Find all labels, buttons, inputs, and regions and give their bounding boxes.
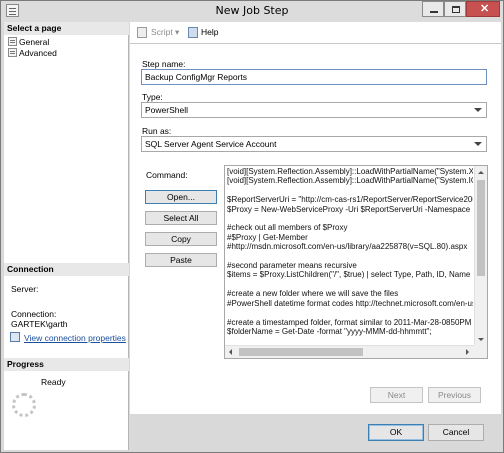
close-button[interactable]: ✕ — [466, 1, 500, 17]
server-label: Server: — [11, 284, 39, 294]
page-item-label: General — [19, 37, 50, 47]
properties-icon — [10, 332, 20, 342]
page-icon — [8, 37, 17, 46]
command-text[interactable]: [void][System.Reflection.Assembly]::Load… — [227, 167, 473, 345]
command-label: Command: — [146, 170, 188, 180]
run-as-select-value: SQL Server Agent Service Account — [145, 139, 277, 149]
dialog-button-bar: OK Cancel — [130, 414, 501, 450]
script-dropdown-icon[interactable]: ▾ — [175, 27, 179, 38]
toolbar: Script ▾ Help — [130, 22, 501, 44]
connection-label: Connection: — [11, 309, 57, 319]
previous-button[interactable]: Previous — [428, 387, 481, 403]
vertical-scrollbar[interactable] — [474, 166, 487, 346]
scrollbar-corner — [474, 345, 487, 358]
scroll-up-icon[interactable] — [475, 166, 487, 179]
scroll-right-icon[interactable] — [461, 346, 474, 358]
step-name-input[interactable]: Backup ConfigMgr Reports — [141, 69, 487, 85]
scroll-left-icon[interactable] — [225, 346, 238, 358]
left-pane: Select a page General Advanced Connectio… — [4, 22, 129, 450]
page-item-label: Advanced — [19, 48, 57, 58]
copy-button[interactable]: Copy — [145, 232, 217, 246]
title-bar[interactable]: New Job Step ✕ — [1, 1, 503, 22]
type-select[interactable]: PowerShell — [141, 102, 487, 118]
progress-status: Ready — [41, 377, 66, 387]
script-icon — [137, 27, 147, 38]
paste-button[interactable]: Paste — [145, 253, 217, 267]
select-all-button[interactable]: Select All — [145, 211, 217, 225]
open-button[interactable]: Open... — [145, 190, 217, 204]
maximize-icon — [452, 6, 460, 13]
chevron-down-icon — [472, 104, 484, 116]
close-icon: ✕ — [480, 3, 490, 15]
horizontal-scroll-thumb[interactable] — [239, 348, 363, 356]
run-as-select[interactable]: SQL Server Agent Service Account — [141, 136, 487, 152]
type-label: Type: — [142, 92, 163, 102]
script-button[interactable]: Script — [151, 27, 173, 37]
new-job-step-window: New Job Step ✕ Select a page General Adv… — [0, 0, 504, 453]
connection-header: Connection — [4, 263, 129, 276]
page-icon — [8, 48, 17, 57]
minimize-button[interactable] — [422, 1, 444, 17]
view-connection-properties-link[interactable]: View connection properties — [24, 333, 126, 343]
next-button[interactable]: Next — [370, 387, 423, 403]
chevron-down-icon — [472, 138, 484, 150]
connection-value: GARTEK\garth — [11, 319, 68, 329]
cancel-button[interactable]: Cancel — [428, 424, 484, 441]
maximize-button[interactable] — [444, 1, 466, 17]
minimize-icon — [430, 11, 438, 13]
page-item-advanced[interactable]: Advanced — [8, 48, 57, 59]
progress-header: Progress — [4, 358, 129, 371]
ok-button[interactable]: OK — [368, 424, 424, 441]
select-page-header: Select a page — [4, 22, 129, 35]
command-editor[interactable]: [void][System.Reflection.Assembly]::Load… — [224, 165, 488, 359]
right-pane: Script ▾ Help Step name: Backup ConfigMg… — [130, 22, 501, 414]
type-select-value: PowerShell — [145, 105, 188, 115]
vertical-scroll-thumb[interactable] — [477, 180, 485, 276]
help-button[interactable]: Help — [201, 27, 218, 37]
progress-spinner-icon — [12, 393, 36, 417]
horizontal-scrollbar[interactable] — [225, 345, 474, 358]
page-item-general[interactable]: General — [8, 37, 49, 48]
help-icon — [188, 27, 198, 38]
run-as-label: Run as: — [142, 126, 172, 136]
step-name-label: Step name: — [142, 59, 186, 69]
